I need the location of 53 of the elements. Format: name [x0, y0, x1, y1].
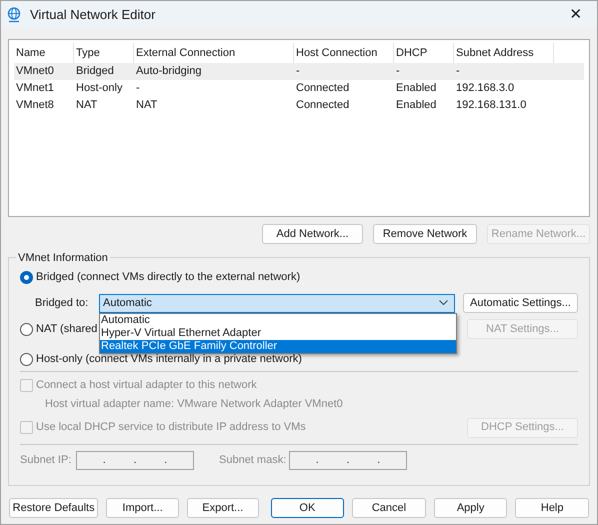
table-cell-text: Enabled — [395, 98, 438, 114]
button[interactable]: Apply — [434, 498, 508, 518]
button[interactable]: Add Network... — [262, 224, 363, 244]
button[interactable]: Restore Defaults — [9, 498, 98, 518]
globe-icon — [7, 7, 21, 23]
radio-label: Host-only (connect VMs internally in a private network) — [36, 352, 302, 367]
dropdown-option[interactable]: Realtek PCIe GbE Family Controller — [100, 340, 456, 352]
button[interactable]: OK — [270, 498, 344, 518]
table-cell-text: Auto-bridging — [135, 64, 202, 80]
button[interactable]: Import... — [106, 498, 179, 518]
table-cell-text: - — [295, 64, 301, 80]
radio-label: NAT (shared — [36, 322, 98, 337]
subnet-ip-label: Subnet IP: — [20, 452, 72, 468]
subnet-mask-label: Subnet mask: — [219, 452, 288, 468]
button[interactable]: Automatic Settings... — [463, 293, 578, 313]
table-cell-text: - — [135, 81, 141, 96]
close-button[interactable]: ✕ — [561, 3, 591, 27]
table-cell-text: Bridged — [75, 64, 115, 80]
checkbox-label: Use local DHCP service to distribute IP address to VMs — [36, 420, 306, 436]
bridged-to-dropdown[interactable]: Automatic — [99, 294, 455, 312]
checkbox-label: Connect a host virtual adapter to this network — [36, 378, 257, 393]
button[interactable]: Export... — [186, 498, 259, 518]
table-cell-text: Connected — [295, 81, 350, 96]
table-cell-text: VMnet1 — [15, 81, 55, 96]
table-cell-text: - — [395, 64, 401, 80]
table-cell-text: 192.168.3.0 — [455, 81, 516, 96]
table-row[interactable]: VMnet1 Host-only - Connected Enabled 192.168.3.0 — [14, 80, 584, 97]
dropdown-option[interactable]: Hyper-V Virtual Ethernet Adapter — [100, 326, 456, 340]
table-cell-text: VMnet8 — [15, 98, 55, 114]
radio-button[interactable] — [20, 270, 33, 284]
dropdown-option[interactable]: Automatic — [100, 314, 456, 326]
button[interactable]: Cancel — [352, 498, 426, 518]
table-cell-text: Host-only — [75, 81, 124, 96]
subnet-mask-field[interactable]: . . . — [289, 450, 407, 470]
radio-label: Bridged (connect VMs directly to the external network) — [36, 270, 300, 285]
table-cell-text: Enabled — [395, 81, 438, 96]
bridged-to-label: Bridged to: — [34, 296, 90, 311]
table-cell-text: VMnet0 — [15, 64, 55, 80]
table-cell-text: NAT — [75, 98, 98, 114]
adapter-name-text: Host virtual adapter name: VMware Network Adapter VMnet0 — [44, 397, 344, 412]
table-cell-text: - — [455, 64, 461, 80]
table-row[interactable]: VMnet0 Bridged Auto-bridging - - - — [14, 63, 584, 80]
table-cell-text: Connected — [295, 98, 350, 114]
table-row[interactable]: VMnet8 NAT NAT Connected Enabled 192.168.131.0 — [14, 97, 584, 114]
radio-button[interactable] — [20, 352, 33, 366]
table-cell-text: 192.168.131.0 — [455, 98, 528, 114]
window-title: Virtual Network Editor — [30, 6, 156, 24]
button[interactable]: Help — [515, 498, 589, 518]
button[interactable]: Remove Network — [373, 224, 477, 244]
radio-button[interactable] — [20, 322, 33, 336]
chevron-down-icon — [439, 300, 448, 306]
table-cell-text: NAT — [135, 98, 158, 114]
subnet-ip-field[interactable]: . . . — [76, 450, 194, 470]
